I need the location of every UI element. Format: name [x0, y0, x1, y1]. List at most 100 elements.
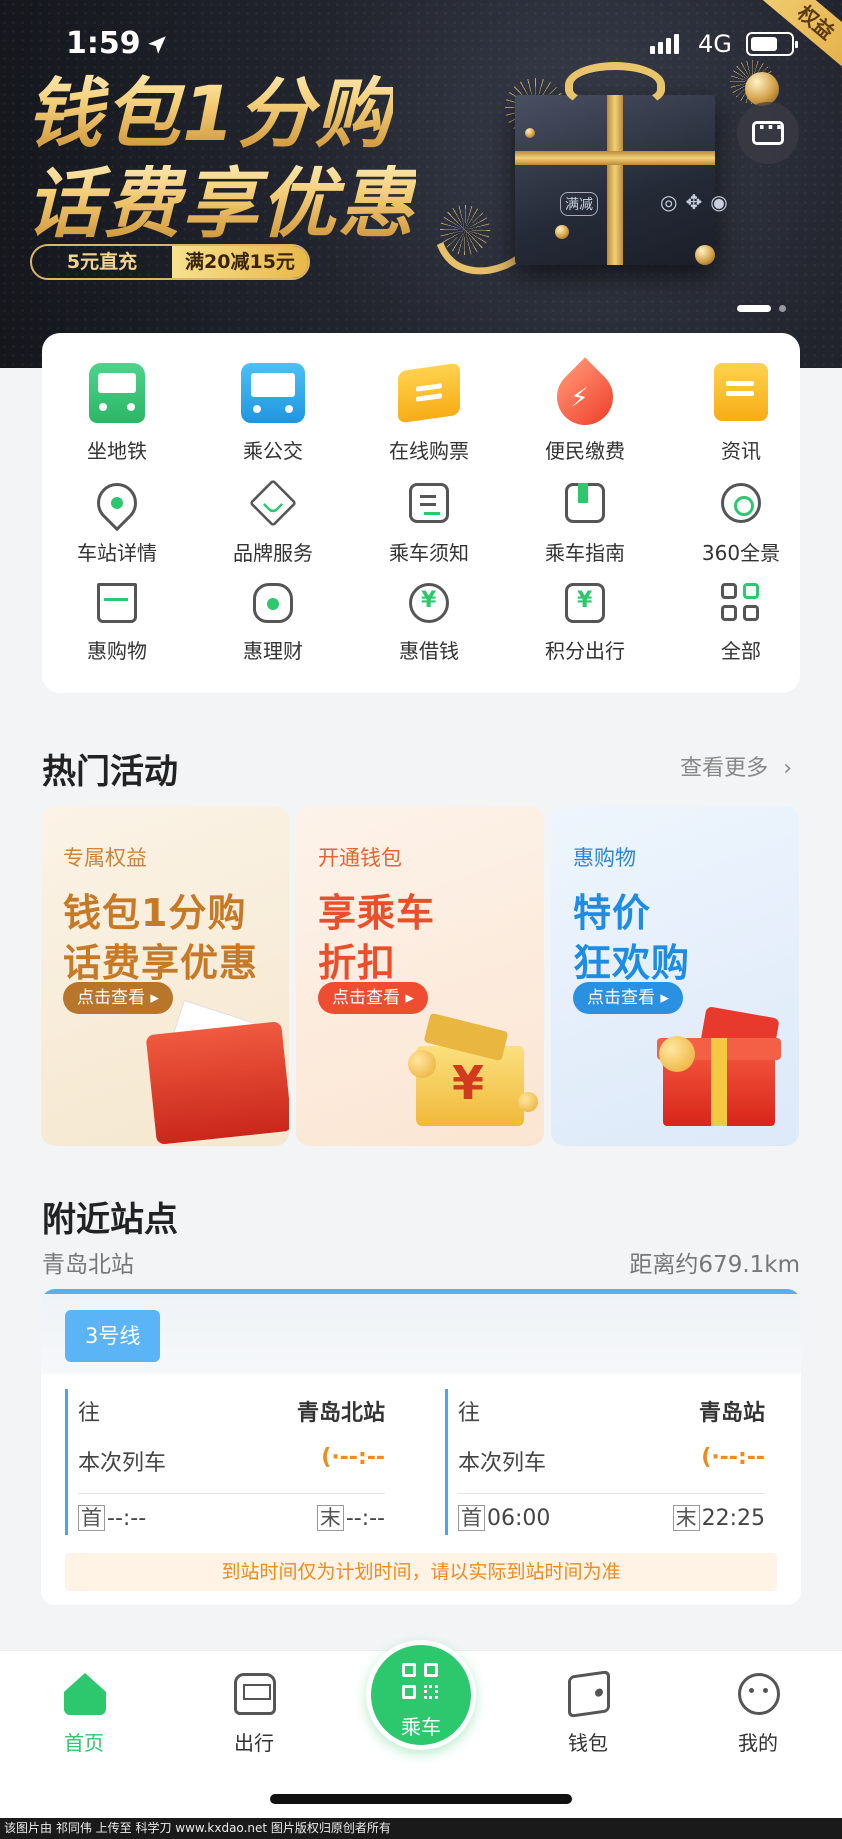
network-type: 4G: [698, 30, 732, 58]
button-label: 点击查看: [332, 988, 400, 1008]
coin-image: [518, 1092, 538, 1112]
grid-item-all[interactable]: 全部: [666, 581, 816, 663]
cart-icon: [97, 583, 137, 623]
ride-qr-button[interactable]: 乘车: [366, 1640, 476, 1750]
card-view-button[interactable]: 点击查看 ▸: [318, 982, 428, 1014]
current-train-time: (·--:--: [701, 1445, 765, 1470]
gold-ball-decoration: [555, 225, 569, 239]
carousel-indicator: [737, 305, 786, 312]
grid-label: 品牌服务: [233, 541, 313, 565]
diamond-icon: [248, 478, 298, 528]
grid-item-ticket[interactable]: 在线购票: [354, 362, 504, 463]
home-indicator[interactable]: [270, 1794, 572, 1804]
last-train: 末 22:25: [672, 1505, 765, 1531]
card-subtitle: 专属权益: [63, 846, 147, 870]
grid-item-bus[interactable]: 乘公交: [198, 363, 348, 463]
wallet-icon: [568, 1670, 610, 1718]
current-train-label: 本次列车: [458, 1451, 547, 1476]
station-distance: 距离约679.1km: [629, 1252, 800, 1278]
all-apps-icon: [721, 583, 761, 623]
banner-offer-pill: 5元直充 满20减15元: [30, 244, 310, 280]
last-label: 末: [672, 1505, 700, 1531]
coin-image: [659, 1036, 695, 1072]
button-label: 点击查看: [587, 988, 655, 1008]
document-icon: [409, 483, 449, 523]
banner-title-line2: 话费享优惠: [26, 142, 416, 252]
card-headline-2: 话费享优惠: [63, 941, 259, 985]
carrier-logos: 满减 ◎ ✥ ◉: [560, 190, 728, 216]
view-more-label: 查看更多: [680, 756, 769, 781]
nearby-stations-title: 附近站点: [42, 1200, 178, 1240]
last-time: 22:25: [701, 1505, 765, 1531]
direction-destination: 青岛站: [698, 1401, 765, 1426]
last-label: 末: [316, 1505, 344, 1531]
grid-label: 在线购票: [389, 439, 469, 463]
card-view-button[interactable]: 点击查看 ▸: [573, 982, 683, 1014]
location-pin-icon: [88, 474, 146, 532]
activity-card-shopping[interactable]: 惠购物 特价 狂欢购 点击查看 ▸: [551, 806, 799, 1146]
grid-item-news[interactable]: 资讯: [666, 363, 816, 463]
grid-item-points[interactable]: 积分出行: [510, 581, 660, 663]
first-train: 首 06:00: [458, 1505, 550, 1531]
carousel-dot: [779, 305, 786, 312]
grid-item-subway[interactable]: 坐地铁: [42, 363, 192, 463]
line-badge[interactable]: 3号线: [65, 1310, 161, 1362]
card-headline-2: 狂欢购: [573, 941, 691, 985]
first-train: 首 --:--: [78, 1505, 146, 1531]
gold-ball-decoration: [695, 245, 715, 265]
first-label: 首: [458, 1505, 485, 1531]
divider: [458, 1493, 765, 1494]
red-envelope-image: [145, 1021, 289, 1145]
pill-right-text: 满20减15元: [172, 246, 308, 278]
current-train-label: 本次列车: [78, 1451, 167, 1476]
tab-label: 我的: [738, 1731, 778, 1755]
card-subtitle: 惠购物: [573, 846, 636, 870]
coin-image: [408, 1050, 436, 1078]
grid-item-ride-guide[interactable]: 乘车指南: [510, 481, 660, 565]
grid-item-finance[interactable]: 惠理财: [198, 581, 348, 663]
current-train-time: (·--:--: [321, 1445, 385, 1470]
signal-icon: [650, 34, 679, 54]
station-card-header: 3号线: [41, 1294, 801, 1374]
location-arrow-icon: [148, 36, 166, 54]
carrier-logo-icon: ◎: [660, 190, 678, 214]
grid-label: 360全景: [701, 541, 781, 565]
money-bag-icon: [253, 583, 293, 623]
activity-card-wallet[interactable]: 专属权益 钱包1分购 话费享优惠 点击查看 ▸ 5元: [41, 806, 289, 1146]
grid-item-panorama[interactable]: 360全景: [666, 481, 816, 565]
card-subtitle: 开通钱包: [318, 846, 402, 870]
station-card[interactable]: 3号线 往 青岛北站 本次列车 (·--:-- 首 --:-- 末 --:-- 往 …: [41, 1289, 801, 1605]
direction-to-label: 往: [78, 1401, 101, 1426]
activity-card-discount[interactable]: 开通钱包 享乘车 折扣 点击查看 ▸: [296, 806, 544, 1146]
camera-icon: [721, 483, 761, 523]
card-view-button[interactable]: 点击查看 ▸: [63, 982, 173, 1014]
bus-icon: [241, 363, 305, 423]
first-time: --:--: [107, 1505, 147, 1531]
loan-icon: [409, 583, 449, 623]
tab-label: 首页: [64, 1731, 104, 1755]
divider: [78, 1493, 385, 1494]
battery-icon: [746, 32, 798, 56]
grid-label: 乘车指南: [545, 541, 625, 565]
card-headline-1: 享乘车: [318, 891, 436, 935]
ticket-icon: [398, 362, 460, 424]
promo-banner[interactable]: 1:59 4G 权益 钱包1分购 话费享优惠 5元直充 满20减15元 满减 ◎…: [0, 0, 842, 368]
payment-icon: [545, 357, 625, 437]
view-more-link[interactable]: 查看更多 ›: [680, 750, 792, 782]
button-label: 点击查看: [77, 988, 145, 1008]
nearest-station-name: 青岛北站: [42, 1252, 134, 1278]
grid-label: 便民缴费: [545, 439, 625, 463]
subway-icon: [89, 363, 145, 423]
message-button[interactable]: [737, 102, 799, 164]
grid-item-loan[interactable]: 惠借钱: [354, 581, 504, 663]
grid-item-payment[interactable]: 便民缴费: [510, 357, 660, 463]
tab-label: 出行: [234, 1731, 274, 1755]
direction-panel: 往 青岛北站 本次列车 (·--:-- 首 --:-- 末 --:--: [65, 1389, 385, 1535]
grid-label: 惠借钱: [399, 639, 459, 663]
grid-item-station-detail[interactable]: 车站详情: [42, 474, 192, 565]
grid-item-brand-service[interactable]: 品牌服务: [198, 478, 348, 565]
home-icon: [64, 1673, 106, 1715]
grid-item-shopping[interactable]: 惠购物: [42, 581, 192, 663]
book-icon: [565, 483, 605, 523]
grid-item-ride-notice[interactable]: 乘车须知: [354, 481, 504, 565]
